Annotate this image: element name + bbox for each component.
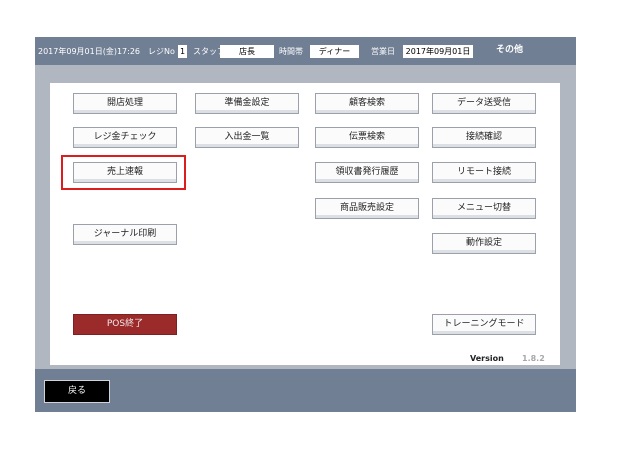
pos-screen: 2017年09月01日(金)17:26 レジNo 1 スタッフ 店長 時間帯 デ… [35,37,576,412]
footer-bar: 戻る [35,369,576,412]
cash-io-list-button[interactable]: 入出金一覧 [195,127,299,148]
receipt-history-button[interactable]: 領収書発行履歴 [315,162,419,183]
operation-setting-button[interactable]: 動作設定 [432,233,536,254]
highlight-box [61,155,186,190]
business-day-value: 2017年09月01日 [403,45,473,58]
product-sales-setting-button[interactable]: 商品販売設定 [315,198,419,219]
menu-panel: 開店処理 準備金設定 顧客検索 データ送受信 レジ金チェック 入出金一覧 伝票検… [50,83,560,365]
remote-connect-button[interactable]: リモート接続 [432,162,536,183]
customer-search-button[interactable]: 顧客検索 [315,93,419,114]
version-label: Version [470,354,504,363]
slip-search-button[interactable]: 伝票検索 [315,127,419,148]
journal-print-button[interactable]: ジャーナル印刷 [73,224,177,245]
time-slot-value: ディナー [310,45,359,58]
business-day-label: 営業日 [371,47,395,56]
register-check-button[interactable]: レジ金チェック [73,127,177,148]
register-value: 1 [178,45,187,58]
connection-check-button[interactable]: 接続確認 [432,127,536,148]
time-slot-label: 時間帯 [279,47,303,56]
data-transfer-button[interactable]: データ送受信 [432,93,536,114]
staff-value: 店長 [220,45,274,58]
datetime-text: 2017年09月01日(金)17:26 [38,47,141,56]
pos-exit-button[interactable]: POS終了 [73,314,177,335]
training-mode-button[interactable]: トレーニングモード [432,314,536,335]
menu-switch-button[interactable]: メニュー切替 [432,198,536,219]
reserve-setting-button[interactable]: 準備金設定 [195,93,299,114]
version-number: 1.8.2 [522,354,545,363]
store-open-button[interactable]: 開店処理 [73,93,177,114]
back-button[interactable]: 戻る [44,380,110,403]
screen-title: その他 [496,45,524,55]
status-bar: 2017年09月01日(金)17:26 レジNo 1 スタッフ 店長 時間帯 デ… [35,37,576,65]
register-label: レジNo [148,47,175,56]
